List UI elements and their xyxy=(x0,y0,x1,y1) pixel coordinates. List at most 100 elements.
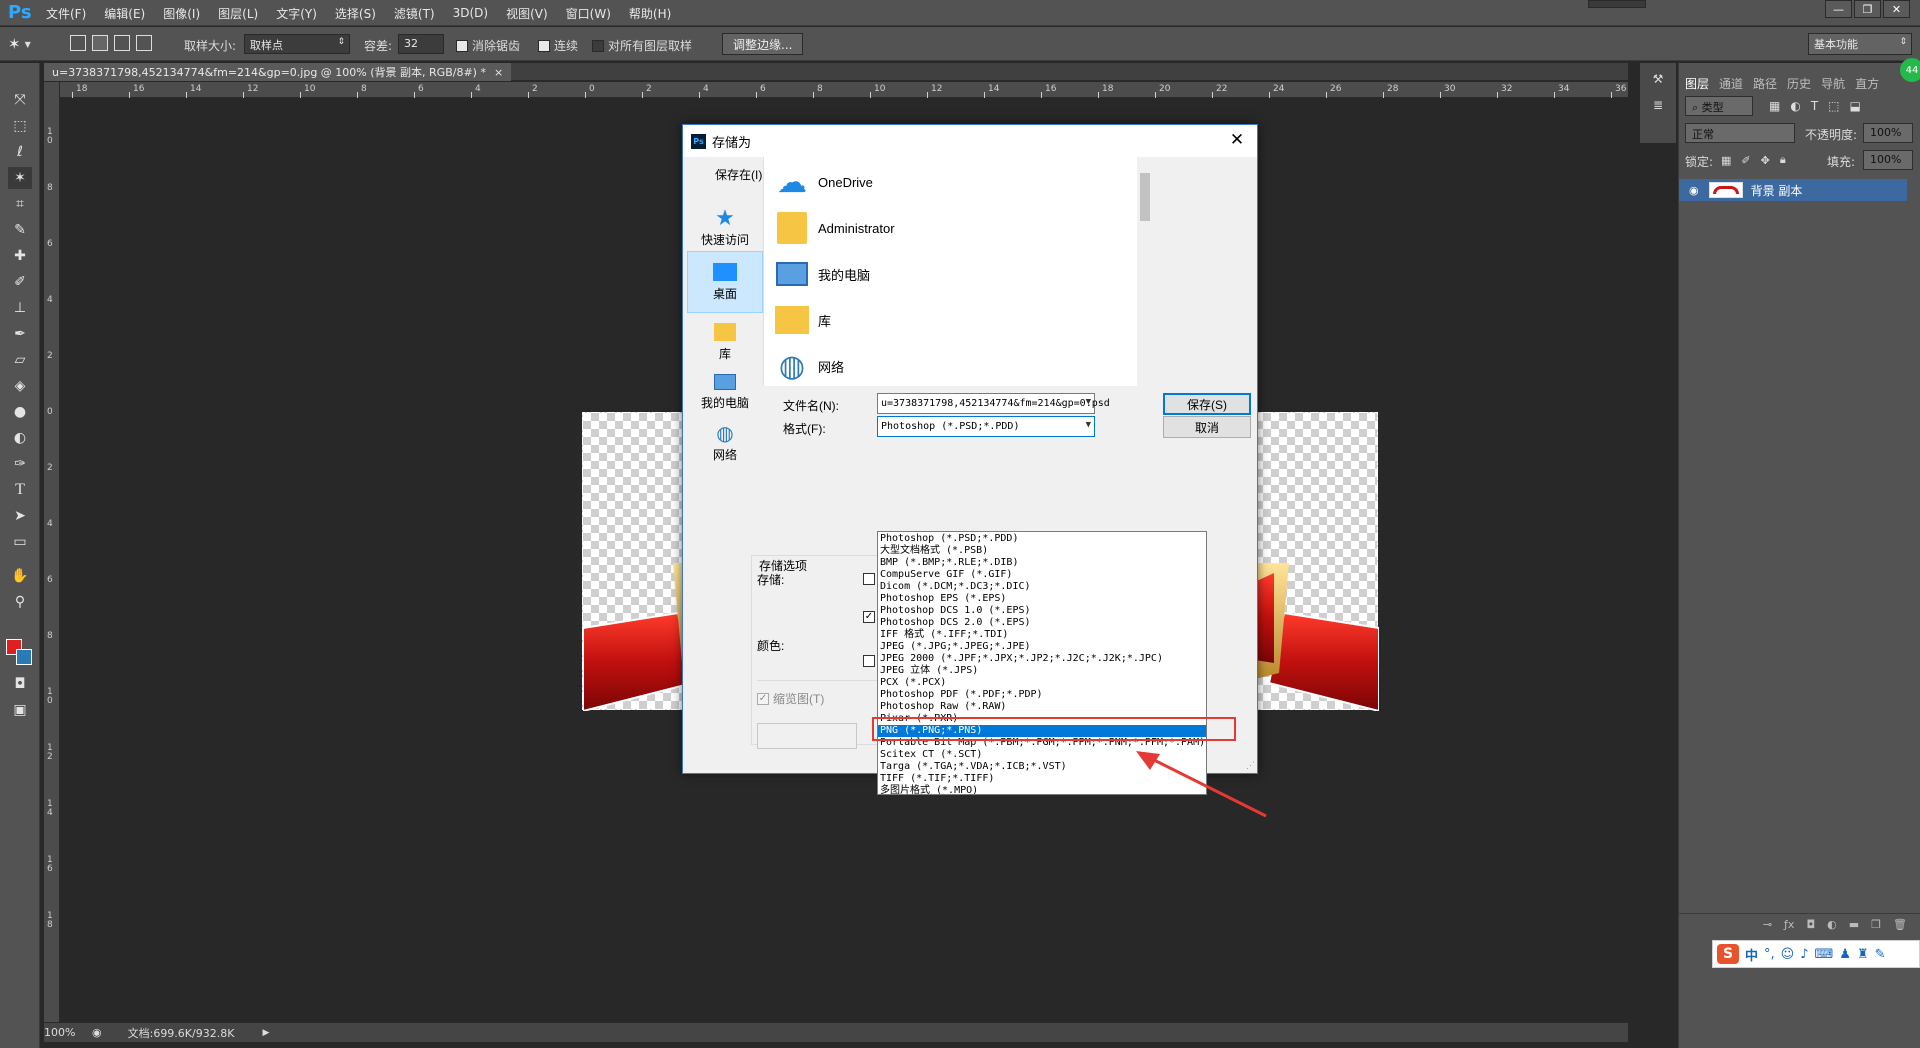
emoji-icon[interactable]: ☺ xyxy=(1781,947,1795,962)
marquee-tool-icon[interactable]: ⬚ xyxy=(8,115,32,137)
menu-help[interactable]: 帮助(H) xyxy=(629,5,671,22)
intersect-selection-icon[interactable] xyxy=(136,35,152,51)
contiguous-checkbox[interactable]: 连续 xyxy=(538,37,578,54)
format-option[interactable]: Photoshop DCS 2.0 (*.EPS) xyxy=(878,617,1206,629)
blend-mode-select[interactable]: 正常 xyxy=(1685,123,1795,143)
paint-bucket-icon[interactable]: ◈ xyxy=(8,375,32,397)
type-tool-icon[interactable]: T xyxy=(8,479,32,501)
eyedropper-tool-icon[interactable]: ✎ xyxy=(8,219,32,241)
format-option[interactable]: IFF 格式 (*.IFF;*.TDI) xyxy=(878,629,1206,641)
menu-file[interactable]: 文件(F) xyxy=(46,5,86,22)
fx-icon[interactable]: ƒx xyxy=(1784,918,1794,931)
adjustment-filter-icon[interactable]: ◐ xyxy=(1790,99,1800,113)
format-select[interactable]: Photoshop (*.PSD;*.PDD) ▼ xyxy=(877,416,1095,437)
move-tool-icon[interactable]: ⤧ xyxy=(8,89,32,111)
menu-layer[interactable]: 图层(L) xyxy=(218,5,258,22)
menu-view[interactable]: 视图(V) xyxy=(506,5,548,22)
smart-object-filter-icon[interactable]: ⬓ xyxy=(1850,99,1861,113)
wrench-icon[interactable]: ✎ xyxy=(1875,947,1886,962)
lock-transparent-icon[interactable]: ▦ xyxy=(1721,154,1731,167)
type-filter-icon[interactable]: T xyxy=(1811,99,1818,113)
user-icon[interactable]: ♟ xyxy=(1839,947,1851,962)
layer-filter-select[interactable]: ⌕ 类型 xyxy=(1685,96,1753,116)
history-brush-icon[interactable]: ✒ xyxy=(8,323,32,345)
save-button[interactable]: 保存(S) xyxy=(1163,393,1251,415)
close-window-button[interactable]: ✕ xyxy=(1883,0,1910,18)
restore-button[interactable]: ❐ xyxy=(1854,0,1881,18)
menu-type[interactable]: 文字(Y) xyxy=(276,5,317,22)
screen-mode-icon[interactable]: ▣ xyxy=(8,699,32,721)
place-network[interactable]: ◍ 网络 xyxy=(687,411,763,473)
eraser-tool-icon[interactable]: ▱ xyxy=(8,349,32,371)
tab-channels[interactable]: 通道 xyxy=(1719,75,1743,92)
place-quick-access[interactable]: ★ 快速访问 xyxy=(687,195,763,257)
shape-filter-icon[interactable]: ⬚ xyxy=(1828,99,1839,113)
format-option[interactable]: PCX (*.PCX) xyxy=(878,677,1206,689)
sogou-logo-icon[interactable]: S xyxy=(1717,944,1739,964)
tolerance-input[interactable]: 32 xyxy=(398,34,444,54)
filename-input[interactable]: u=3738371798,452134774&fm=214&gp=0.psd ▼ xyxy=(877,393,1110,414)
format-option[interactable]: JPEG (*.JPG;*.JPEG;*.JPE) xyxy=(878,641,1206,653)
tab-navigator[interactable]: 导航 xyxy=(1821,75,1845,92)
dialog-close-button[interactable]: ✕ xyxy=(1217,125,1257,155)
notification-badge-icon[interactable]: 44 xyxy=(1900,58,1920,82)
pixel-filter-icon[interactable]: ▦ xyxy=(1769,99,1780,113)
lock-position-icon[interactable]: ✥ xyxy=(1761,154,1770,167)
quick-mask-icon[interactable]: ◘ xyxy=(8,673,32,695)
tab-histogram[interactable]: 直方 xyxy=(1855,75,1879,92)
file-item-network[interactable]: ◍ 网络 xyxy=(772,341,844,391)
document-tab[interactable]: u=3738371798,452134774&fm=214&gp=0.jpg @… xyxy=(44,63,512,81)
antialias-checkbox[interactable]: 消除锯齿 xyxy=(456,37,520,54)
file-item-onedrive[interactable]: ☁ OneDrive xyxy=(772,157,873,207)
stamp-tool-icon[interactable]: ⊥ xyxy=(8,297,32,319)
menu-image[interactable]: 图像(I) xyxy=(163,5,200,22)
share-icon[interactable]: ◉ xyxy=(92,1026,102,1039)
menu-edit[interactable]: 编辑(E) xyxy=(104,5,145,22)
skin-icon[interactable]: ♜ xyxy=(1857,947,1869,962)
status-menu-arrow-icon[interactable]: ▶ xyxy=(262,1028,269,1038)
tab-history[interactable]: 历史 xyxy=(1787,75,1811,92)
zoom-tool-icon[interactable]: ⚲ xyxy=(8,591,32,613)
format-option[interactable]: CompuServe GIF (*.GIF) xyxy=(878,569,1206,581)
file-item-library[interactable]: 库 xyxy=(772,295,831,345)
file-list-scrollbar[interactable] xyxy=(1137,157,1153,386)
link-layers-icon[interactable]: ⊸ xyxy=(1763,918,1772,931)
layer-row[interactable]: ◉ 背景 副本 xyxy=(1679,179,1907,201)
minimize-button[interactable]: — xyxy=(1825,0,1852,18)
visibility-eye-icon[interactable]: ◉ xyxy=(1689,184,1699,197)
tab-layers[interactable]: 图层 xyxy=(1685,75,1709,92)
lasso-tool-icon[interactable]: ℓ xyxy=(8,141,32,163)
lock-pixels-icon[interactable]: ✐ xyxy=(1741,154,1750,167)
new-group-icon[interactable]: ▬ xyxy=(1849,918,1859,931)
add-selection-icon[interactable] xyxy=(92,35,108,51)
shape-tool-icon[interactable]: ▭ xyxy=(8,531,32,553)
new-layer-icon[interactable]: ❐ xyxy=(1871,918,1881,931)
menu-select[interactable]: 选择(S) xyxy=(335,5,376,22)
scrollbar-thumb[interactable] xyxy=(1140,173,1150,221)
brush-tool-icon[interactable]: ✐ xyxy=(8,271,32,293)
adjustment-layer-icon[interactable]: ◐ xyxy=(1827,918,1837,931)
format-option[interactable]: Photoshop DCS 1.0 (*.EPS) xyxy=(878,605,1206,617)
healing-tool-icon[interactable]: ✚ xyxy=(8,245,32,267)
blur-tool-icon[interactable]: ● xyxy=(8,401,32,423)
ime-mode[interactable]: 中 xyxy=(1745,945,1758,964)
tab-paths[interactable]: 路径 xyxy=(1753,75,1777,92)
format-option[interactable]: 大型文档格式 (*.PSB) xyxy=(878,545,1206,557)
file-item-administrator[interactable]: Administrator xyxy=(772,203,895,253)
format-option[interactable]: Photoshop (*.PSD;*.PDD) xyxy=(878,533,1206,545)
delete-layer-icon[interactable]: 🗑︎ xyxy=(1893,918,1907,931)
format-option[interactable]: Photoshop EPS (*.EPS) xyxy=(878,593,1206,605)
crop-tool-icon[interactable]: ⌗ xyxy=(8,193,32,215)
format-option[interactable]: JPEG 2000 (*.JPF;*.JPX;*.JP2;*.J2C;*.J2K… xyxy=(878,653,1206,665)
format-option[interactable]: BMP (*.BMP;*.RLE;*.DIB) xyxy=(878,557,1206,569)
format-option[interactable]: Photoshop Raw (*.RAW) xyxy=(878,701,1206,713)
microphone-icon[interactable]: ♪ xyxy=(1800,947,1808,962)
store-option-checkbox-checked[interactable]: ✓ xyxy=(863,611,875,623)
subtract-selection-icon[interactable] xyxy=(114,35,130,51)
lock-all-icon[interactable]: 🔒︎ xyxy=(1780,153,1786,167)
tool-preset-picker[interactable]: ✶ ▼ xyxy=(8,33,31,55)
place-desktop[interactable]: 桌面 xyxy=(687,251,763,313)
magic-wand-tool-icon[interactable]: ✶ xyxy=(8,167,32,189)
add-mask-icon[interactable]: ◘ xyxy=(1806,918,1815,931)
dodge-tool-icon[interactable]: ◐ xyxy=(8,427,32,449)
